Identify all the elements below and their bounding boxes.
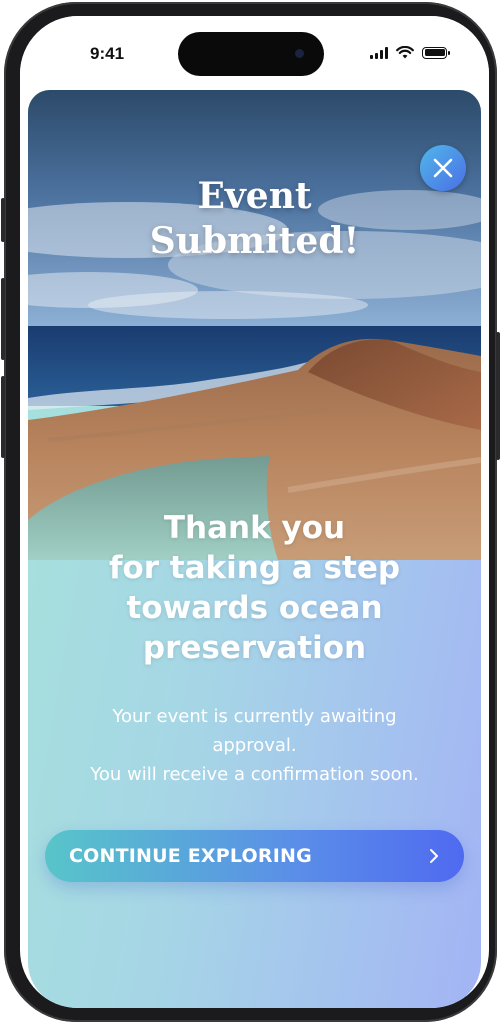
continue-exploring-button[interactable]: CONTINUE EXPLORING — [45, 830, 464, 882]
thank-you-line-2: for taking a step — [108, 550, 401, 586]
approval-line-1: Your event is currently awaiting — [112, 706, 397, 727]
volume-down-button — [1, 376, 5, 458]
thank-you-line-1: Thank you — [163, 510, 346, 546]
approval-message: Your event is currently awaiting approva… — [48, 702, 461, 789]
thank-you-line-3: towards ocean — [126, 590, 383, 626]
status-time: 9:41 — [90, 44, 125, 63]
coast-photo — [28, 90, 481, 560]
headline-line-2: Submited! — [149, 220, 360, 262]
cellular-signal-icon — [370, 46, 388, 59]
status-icons — [370, 46, 450, 59]
status-bar: 9:41 — [20, 16, 489, 90]
dynamic-island — [178, 32, 324, 76]
silent-switch — [1, 198, 5, 242]
chevron-right-icon — [430, 849, 438, 863]
headline-line-1: Event — [197, 175, 312, 217]
volume-up-button — [1, 278, 5, 360]
wifi-icon — [396, 46, 414, 59]
page-title: Event Submited! — [28, 174, 481, 264]
thank-you-line-4: preservation — [142, 630, 367, 666]
event-submitted-card: Event Submited! Thank you for taking a s… — [28, 90, 481, 1008]
continue-exploring-label: CONTINUE EXPLORING — [69, 845, 312, 867]
camera-icon — [295, 49, 304, 58]
screen: 9:41 Event Submited! Thank you for takin… — [20, 16, 489, 1008]
approval-line-2: approval. — [212, 735, 297, 756]
thank-you-message: Thank you for taking a step towards ocea… — [48, 508, 461, 668]
approval-line-3: You will receive a confirmation soon. — [90, 764, 419, 785]
battery-icon — [422, 46, 450, 59]
power-button — [496, 332, 500, 460]
phone-frame: 9:41 Event Submited! Thank you for takin… — [1, 2, 500, 1022]
